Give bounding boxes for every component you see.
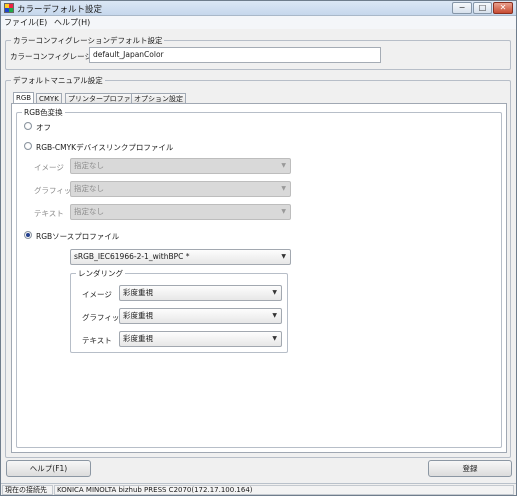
chevron-down-icon: ▼	[281, 208, 286, 215]
radio-off[interactable]	[24, 122, 32, 130]
maximize-button[interactable]: □	[473, 2, 492, 14]
rendering-text-label: テキスト	[82, 336, 112, 345]
minimize-button[interactable]: −	[452, 2, 472, 14]
rendering-legend: レンダリング	[76, 268, 125, 279]
menu-bar: ファイル(E) ヘルプ(H)	[1, 16, 516, 29]
rgb-tab-panel: RGB色変換 オフ RGB-CMYKデバイスリンクプロファイル イメージ 指定な…	[11, 103, 507, 453]
chevron-down-icon: ▼	[281, 185, 286, 192]
radio-devicelink-label: RGB-CMYKデバイスリンクプロファイル	[36, 143, 174, 152]
rendering-graphic-select[interactable]: 彩度重視 ▼	[119, 308, 282, 324]
menu-help[interactable]: ヘルプ(H)	[54, 17, 90, 28]
rendering-image-select[interactable]: 彩度重視 ▼	[119, 285, 282, 301]
status-bar: 現在の接続先 KONICA MINOLTA bizhub PRESS C2070…	[1, 483, 516, 495]
radio-source-profile[interactable]	[24, 231, 32, 239]
radio-devicelink[interactable]	[24, 142, 32, 150]
rendering-text-select[interactable]: 彩度重視 ▼	[119, 331, 282, 347]
rendering-image-label: イメージ	[82, 290, 112, 299]
radio-source-profile-label: RGBソースプロファイル	[36, 232, 120, 241]
status-label: 現在の接続先	[2, 485, 53, 495]
devicelink-image-label: イメージ	[34, 163, 64, 172]
app-icon	[4, 3, 14, 13]
devicelink-text-select[interactable]: 指定なし ▼	[70, 204, 291, 220]
manual-settings-legend: デフォルトマニュアル設定	[11, 75, 105, 86]
register-button[interactable]: 登録	[428, 460, 512, 477]
help-button[interactable]: ヘルプ(F1)	[6, 460, 91, 477]
color-config-legend: カラーコンフィグレーションデフォルト設定	[11, 35, 165, 46]
devicelink-text-value: 指定なし	[74, 207, 104, 216]
window-title: カラーデフォルト設定	[17, 5, 103, 15]
source-profile-select[interactable]: sRGB_IEC61966-2-1_withBPC * ▼	[70, 249, 291, 265]
title-bar: カラーデフォルト設定 − □ ✕	[1, 1, 516, 16]
chevron-down-icon: ▼	[272, 289, 277, 296]
devicelink-graphic-value: 指定なし	[74, 184, 104, 193]
rgb-conversion-legend: RGB色変換	[22, 107, 65, 118]
chevron-down-icon: ▼	[281, 162, 286, 169]
devicelink-image-select[interactable]: 指定なし ▼	[70, 158, 291, 174]
status-connection: KONICA MINOLTA bizhub PRESS C2070(172.17…	[54, 485, 514, 495]
rendering-graphic-value: 彩度重視	[123, 311, 153, 320]
rendering-image-value: 彩度重視	[123, 288, 153, 297]
window: カラーデフォルト設定 − □ ✕ ファイル(E) ヘルプ(H) カラーコンフィグ…	[0, 0, 517, 496]
radio-off-label: オフ	[36, 123, 51, 132]
close-button[interactable]: ✕	[493, 2, 513, 14]
devicelink-graphic-select[interactable]: 指定なし ▼	[70, 181, 291, 197]
source-profile-value: sRGB_IEC61966-2-1_withBPC *	[74, 252, 190, 261]
chevron-down-icon: ▼	[272, 335, 277, 342]
color-config-field[interactable]: default_JapanColor	[89, 47, 381, 63]
chevron-down-icon: ▼	[272, 312, 277, 319]
menu-file[interactable]: ファイル(E)	[4, 17, 47, 28]
devicelink-text-label: テキスト	[34, 209, 64, 218]
chevron-down-icon: ▼	[281, 253, 286, 260]
rendering-text-value: 彩度重視	[123, 334, 153, 343]
devicelink-image-value: 指定なし	[74, 161, 104, 170]
